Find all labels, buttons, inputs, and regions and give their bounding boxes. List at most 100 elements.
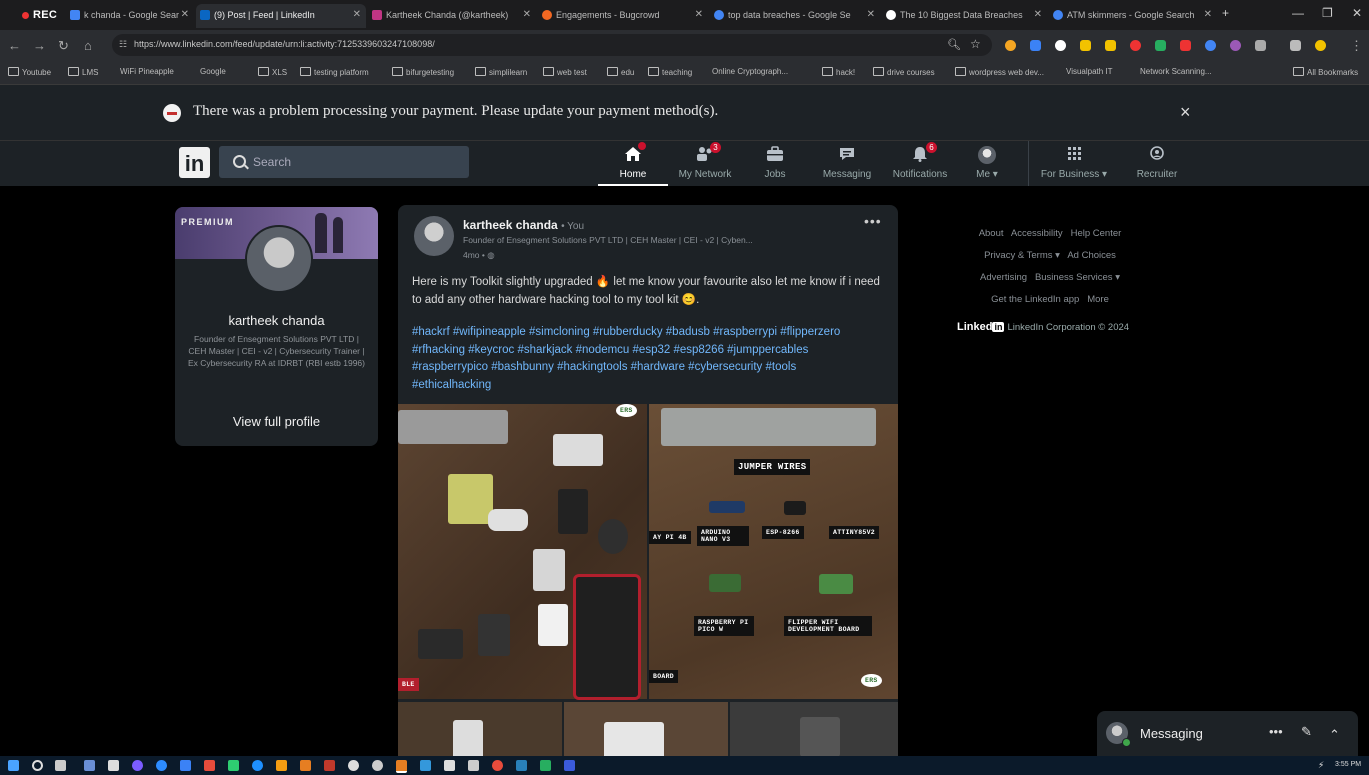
taskbar-app-icon[interactable]: [420, 760, 431, 771]
taskbar-app-icon[interactable]: [300, 760, 311, 771]
bookmark-item[interactable]: WiFi Pineapple: [120, 67, 174, 76]
clock[interactable]: 3:55 PM: [1335, 761, 1361, 768]
tab-close-icon[interactable]: ✕: [353, 9, 361, 20]
bookmark-item[interactable]: drive courses: [873, 67, 935, 77]
profile-avatar-icon[interactable]: [1315, 40, 1326, 51]
profile-avatar[interactable]: [245, 225, 313, 293]
post-author[interactable]: kartheek chanda • You: [463, 218, 584, 232]
extension-icon[interactable]: [1130, 40, 1141, 51]
back-icon[interactable]: ←: [8, 38, 21, 53]
new-tab-button[interactable]: +: [1222, 6, 1229, 20]
tab-close-icon[interactable]: ✕: [867, 9, 875, 20]
nav-recruiter[interactable]: Recruiter: [1126, 141, 1188, 186]
nav-my-network[interactable]: 3 My Network: [670, 141, 740, 186]
taskbar-app-active-icon[interactable]: [396, 760, 407, 773]
taskbar-app-icon[interactable]: [156, 760, 167, 771]
bookmark-item[interactable]: XLS: [258, 67, 287, 77]
bookmark-item[interactable]: hack!: [822, 67, 855, 77]
bookmark-item[interactable]: Google: [200, 67, 226, 76]
nav-me[interactable]: Me ▾: [962, 141, 1012, 186]
messaging-more-icon[interactable]: •••: [1269, 724, 1283, 739]
tab-close-icon[interactable]: ✕: [523, 9, 531, 20]
messaging-widget[interactable]: Messaging ••• ✎ ⌃: [1097, 711, 1358, 756]
post-author-avatar[interactable]: [414, 216, 454, 256]
taskbar-app-icon[interactable]: [84, 760, 95, 771]
close-window-icon[interactable]: ✕: [1352, 6, 1362, 20]
bookmark-item[interactable]: Visualpath IT: [1066, 67, 1113, 76]
taskbar-app-icon[interactable]: [564, 760, 575, 771]
bookmark-item[interactable]: Youtube: [8, 67, 51, 77]
reload-icon[interactable]: ↻: [58, 38, 69, 54]
browser-tab[interactable]: k chanda - Google Sear ✕: [66, 4, 194, 28]
post-hashtags[interactable]: #hackrf #wifipineapple #simcloning #rubb…: [412, 324, 867, 394]
sidepanel-icon[interactable]: [1290, 40, 1301, 51]
taskbar-app-icon[interactable]: [372, 760, 383, 771]
search-icon[interactable]: [32, 760, 43, 771]
taskbar-app-icon[interactable]: [132, 760, 143, 771]
nav-for-business[interactable]: For Business ▾: [1028, 141, 1119, 186]
bookmark-item[interactable]: wordpress web dev...: [955, 67, 1044, 77]
tab-close-icon[interactable]: ✕: [1034, 9, 1042, 20]
view-full-profile-link[interactable]: View full profile: [175, 414, 378, 429]
post-more-options-icon[interactable]: •••: [864, 213, 882, 229]
post-image-components[interactable]: JUMPER WIRES AY PI 4B ARDUINO NANO V3 ES…: [649, 404, 898, 699]
banner-close-button[interactable]: ×: [1180, 102, 1191, 123]
forward-icon[interactable]: →: [33, 38, 46, 53]
task-view-icon[interactable]: [55, 760, 66, 771]
footer-link-privacy[interactable]: Privacy & Terms ▾: [984, 250, 1060, 261]
taskbar-app-icon[interactable]: [468, 760, 479, 771]
extension-icon[interactable]: [1105, 40, 1116, 51]
extension-icon[interactable]: [1030, 40, 1041, 51]
nav-home[interactable]: Home: [598, 141, 668, 186]
nav-jobs[interactable]: Jobs: [742, 141, 808, 186]
extension-icon[interactable]: [1205, 40, 1216, 51]
tab-close-icon[interactable]: ✕: [181, 9, 189, 20]
site-info-icon[interactable]: ☷: [119, 39, 127, 50]
footer-link-help[interactable]: Help Center: [1071, 228, 1122, 239]
taskbar-app-icon[interactable]: [444, 760, 455, 771]
home-icon[interactable]: ⌂: [84, 38, 92, 53]
network-tray-icon[interactable]: ⚡︎: [1318, 760, 1329, 771]
bookmark-item[interactable]: web test: [543, 67, 587, 77]
extension-icon[interactable]: [1055, 40, 1066, 51]
taskbar-app-icon[interactable]: [324, 760, 335, 771]
bookmark-item[interactable]: Online Cryptograph...: [712, 67, 788, 76]
zoom-icon[interactable]: 🔍︎: [947, 38, 961, 51]
nav-notifications[interactable]: 6 Notifications: [884, 141, 956, 186]
footer-link-more[interactable]: More: [1087, 294, 1109, 305]
maximize-icon[interactable]: ❐: [1322, 6, 1333, 20]
taskbar-app-icon[interactable]: [492, 760, 503, 771]
extensions-puzzle-icon[interactable]: [1255, 40, 1266, 51]
footer-link-accessibility[interactable]: Accessibility: [1011, 228, 1063, 239]
chrome-icon[interactable]: [348, 760, 359, 771]
bookmark-star-icon[interactable]: ☆: [970, 37, 981, 51]
bookmark-item[interactable]: LMS: [68, 67, 98, 77]
taskbar-app-icon[interactable]: [516, 760, 527, 771]
linkedin-logo[interactable]: in: [179, 147, 210, 178]
profile-name[interactable]: kartheek chanda: [175, 313, 378, 328]
extension-icon[interactable]: [1005, 40, 1016, 51]
browser-tab[interactable]: Engagements - Bugcrowd ✕: [538, 4, 708, 28]
footer-link-about[interactable]: About: [979, 228, 1004, 239]
footer-link-app[interactable]: Get the LinkedIn app: [991, 294, 1079, 305]
chevron-up-icon[interactable]: ⌃: [1329, 727, 1340, 743]
bookmark-item[interactable]: bifurgetesting: [392, 67, 454, 77]
tab-close-icon[interactable]: ✕: [695, 9, 703, 20]
bookmark-item[interactable]: All Bookmarks: [1293, 67, 1358, 77]
tab-close-icon[interactable]: ✕: [1204, 9, 1212, 20]
browser-tab[interactable]: The 10 Biggest Data Breaches ✕: [882, 4, 1047, 28]
search-input[interactable]: Search: [219, 146, 469, 178]
browser-tab[interactable]: top data breaches - Google Se ✕: [710, 4, 880, 28]
taskbar-app-icon[interactable]: [108, 760, 119, 771]
taskbar-app-icon[interactable]: [204, 760, 215, 771]
bookmark-item[interactable]: Network Scanning...: [1140, 67, 1212, 76]
post-image-toolkit[interactable]: BLE ERS: [398, 404, 647, 700]
windows-start-icon[interactable]: [8, 760, 19, 771]
extension-icon[interactable]: [1230, 40, 1241, 51]
extension-icon[interactable]: [1180, 40, 1191, 51]
extension-icon[interactable]: [1155, 40, 1166, 51]
taskbar-app-icon[interactable]: [276, 760, 287, 771]
browser-tab[interactable]: ATM skimmers - Google Search ✕: [1049, 4, 1217, 28]
footer-link-adchoices[interactable]: Ad Choices: [1067, 250, 1116, 261]
browser-menu-icon[interactable]: ⋮: [1350, 38, 1363, 54]
